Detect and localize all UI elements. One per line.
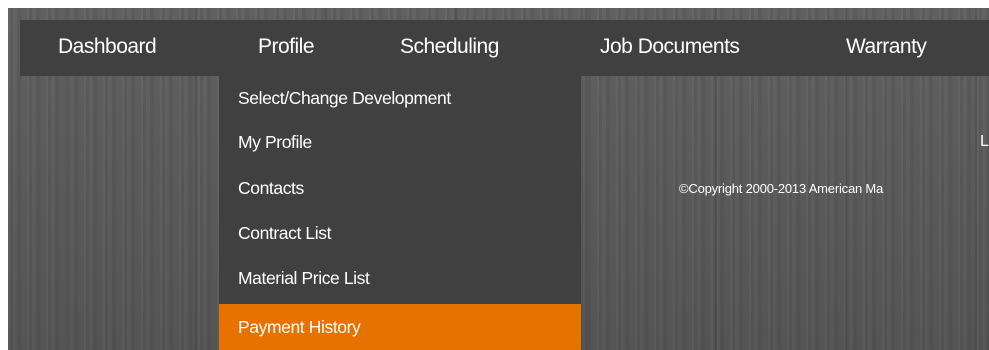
page-background: Dashboard Profile Scheduling Job Documen… <box>8 8 989 350</box>
menu-item-contacts[interactable]: Contacts <box>219 166 581 210</box>
profile-dropdown-menu: Select/Change Development My Profile Con… <box>219 76 581 350</box>
nav-item-scheduling[interactable]: Scheduling <box>400 35 499 59</box>
menu-item-material-price-list[interactable]: Material Price List <box>219 256 581 300</box>
nav-item-warranty[interactable]: Warranty <box>846 35 927 59</box>
partial-content-text: L <box>980 133 989 150</box>
menu-item-my-profile[interactable]: My Profile <box>219 120 581 164</box>
nav-item-profile[interactable]: Profile <box>258 35 315 59</box>
menu-item-payment-history[interactable]: Payment History <box>219 304 581 350</box>
copyright-text: ©Copyright 2000-2013 American Ma <box>679 181 884 196</box>
main-nav-bar: Dashboard Profile Scheduling Job Documen… <box>20 20 989 76</box>
nav-item-dashboard[interactable]: Dashboard <box>58 35 157 59</box>
menu-item-select-change-development[interactable]: Select/Change Development <box>219 76 581 120</box>
nav-item-job-documents[interactable]: Job Documents <box>600 35 740 59</box>
menu-item-contract-list[interactable]: Contract List <box>219 211 581 255</box>
